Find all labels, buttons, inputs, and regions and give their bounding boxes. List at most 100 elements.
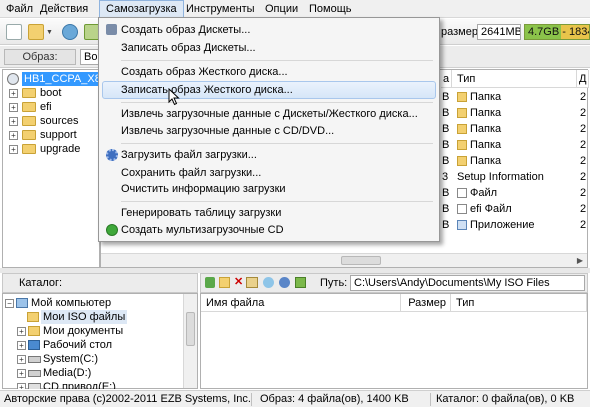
- menu-item-create-hdd-image[interactable]: Создать образ Жесткого диска...: [102, 63, 436, 81]
- folder-icon[interactable]: [246, 277, 258, 288]
- computer-icon: [16, 298, 28, 308]
- collapse-icon[interactable]: −: [5, 299, 14, 308]
- tree-item-efi[interactable]: + efi: [3, 100, 97, 114]
- catalog-vertical-scrollbar[interactable]: [183, 294, 197, 388]
- expand-icon[interactable]: +: [17, 383, 26, 389]
- menu-item-label: Сохранить файл загрузки...: [121, 167, 262, 179]
- menu-item-write-hdd-image[interactable]: Записать образ Жесткого диска...: [102, 81, 436, 99]
- iso-folder-icon: [27, 312, 39, 322]
- column-header-date[interactable]: Д: [577, 70, 589, 88]
- size-value: 2641MB: [477, 24, 521, 40]
- menu-tools[interactable]: Инструменты: [180, 0, 261, 18]
- cell-type: Папка: [470, 107, 502, 119]
- expand-icon[interactable]: +: [9, 131, 18, 140]
- gear-icon: [106, 149, 118, 161]
- folder-icon: [457, 156, 467, 166]
- column-header-filename[interactable]: Имя файла: [201, 294, 401, 312]
- column-header-type[interactable]: Тип: [452, 70, 577, 88]
- expand-icon[interactable]: +: [17, 369, 26, 378]
- menu-actions[interactable]: Действия: [34, 0, 94, 18]
- scroll-right-icon[interactable]: ▶: [573, 256, 587, 265]
- cell-date: 2: [580, 219, 587, 231]
- green-disc-icon: [106, 224, 118, 236]
- new-folder-icon[interactable]: [219, 277, 230, 288]
- up-folder-icon[interactable]: [205, 277, 215, 288]
- cell-date: 2: [580, 123, 587, 135]
- refresh-icon[interactable]: [295, 277, 306, 288]
- documents-icon: [28, 326, 40, 336]
- menu-help[interactable]: Помощь: [303, 0, 358, 18]
- expand-icon[interactable]: +: [9, 117, 18, 126]
- catalog-item-label: Рабочий стол: [43, 339, 113, 351]
- cell-type: Папка: [470, 123, 502, 135]
- cell-date: 2: [580, 107, 587, 119]
- scrollbar-thumb[interactable]: [341, 256, 381, 265]
- folder-icon: [457, 108, 467, 118]
- tree-item-boot[interactable]: + boot: [3, 86, 97, 100]
- cell-date: 2: [580, 171, 587, 183]
- cell-type: Файл: [470, 187, 498, 199]
- menu-item-clear-boot-info[interactable]: Очистить информацию загрузки: [102, 180, 436, 198]
- delete-icon[interactable]: ✕: [234, 277, 243, 288]
- status-bar: Авторские права (c)2002-2011 EZB Systems…: [0, 390, 590, 407]
- drive-icon: [28, 370, 41, 377]
- new-file-icon[interactable]: [6, 24, 22, 40]
- expand-icon[interactable]: +: [17, 355, 26, 364]
- expand-icon[interactable]: +: [9, 89, 18, 98]
- desktop-icon: [28, 340, 40, 350]
- capacity-bar[interactable]: 4.7GB - 1834MB free: [524, 24, 590, 40]
- menu-item-label: Записать образ Жесткого диска...: [121, 84, 293, 96]
- catalog-item-label: Мой компьютер: [31, 297, 112, 309]
- burn-icon[interactable]: [62, 24, 78, 40]
- column-header-size[interactable]: Размер: [401, 294, 451, 312]
- expand-icon[interactable]: +: [17, 341, 26, 350]
- column-header-name[interactable]: а: [441, 70, 452, 88]
- tree-item-sources[interactable]: + sources: [3, 114, 97, 128]
- menu-item-create-floppy-image[interactable]: Создать образ Дискеты...: [102, 21, 436, 39]
- menu-item-load-boot-file[interactable]: Загрузить файл загрузки...: [102, 146, 436, 164]
- expand-icon[interactable]: +: [9, 103, 18, 112]
- menu-item-extract-boot-floppy-hdd[interactable]: Извлечь загрузочные данные с Дискеты/Жес…: [102, 105, 436, 123]
- bootable-dropdown-menu: Создать образ Дискеты... Записать образ …: [98, 17, 440, 242]
- menu-item-label: Загрузить файл загрузки...: [121, 149, 257, 161]
- menu-bar: Файл Действия Самозагрузка Инструменты О…: [0, 0, 590, 18]
- open-folder-icon[interactable]: [28, 24, 44, 40]
- catalog-item-my-iso-files[interactable]: Мои ISO файлы: [3, 310, 179, 324]
- path-input[interactable]: C:\Users\Andy\Documents\My ISO Files: [350, 275, 585, 291]
- tree-root[interactable]: HB1_CCPA_X86FR: [5, 72, 124, 86]
- gear-icon[interactable]: [279, 277, 290, 288]
- column-header-type[interactable]: Тип: [451, 294, 587, 312]
- open-dropdown-arrow-icon[interactable]: ▼: [46, 29, 53, 36]
- folder-icon: [22, 144, 36, 154]
- catalog-item-drive-c[interactable]: + System(C:): [3, 352, 179, 366]
- catalog-item-label: System(C:): [43, 353, 98, 365]
- expand-icon[interactable]: +: [17, 327, 26, 336]
- menu-item-extract-boot-cd-dvd[interactable]: Извлечь загрузочные данные с CD/DVD...: [102, 122, 436, 140]
- catalog-item-cd-drive[interactable]: + CD привод(E:): [3, 380, 179, 389]
- size-label: размер:: [441, 26, 482, 38]
- menu-item-generate-boot-table[interactable]: Генерировать таблицу загрузки: [102, 204, 436, 222]
- status-divider: [251, 393, 252, 406]
- cd-icon: [7, 73, 19, 85]
- menu-item-write-floppy-image[interactable]: Записать образ Дискеты...: [102, 39, 436, 57]
- expand-icon[interactable]: +: [9, 145, 18, 154]
- horizontal-scrollbar[interactable]: ▶: [101, 253, 587, 267]
- local-file-list: Имя файла Размер Тип: [200, 293, 588, 389]
- tree-item-upgrade[interactable]: + upgrade: [3, 142, 97, 156]
- catalog-item-desktop[interactable]: + Рабочий стол: [3, 338, 179, 352]
- menu-item-create-multiboot-cd[interactable]: Создать мультизагрузочные CD: [102, 221, 436, 239]
- cell-name-end: В: [442, 123, 450, 135]
- menu-options[interactable]: Опции: [259, 0, 304, 18]
- menu-item-label: Создать образ Жесткого диска...: [121, 66, 288, 78]
- cell-name-end: В: [442, 155, 450, 167]
- catalog-item-my-documents[interactable]: + Мои документы: [3, 324, 179, 338]
- menu-item-label: Извлечь загрузочные данные с CD/DVD...: [121, 125, 335, 137]
- folder-icon: [22, 102, 36, 112]
- tree-item-support[interactable]: + support: [3, 128, 97, 142]
- menu-bootable[interactable]: Самозагрузка: [99, 0, 184, 18]
- scrollbar-thumb[interactable]: [186, 312, 195, 346]
- cell-name-end: В: [442, 91, 450, 103]
- view-icon[interactable]: [263, 277, 274, 288]
- catalog-item-my-computer[interactable]: − Мой компьютер: [3, 296, 179, 310]
- catalog-item-drive-d[interactable]: + Media(D:): [3, 366, 179, 380]
